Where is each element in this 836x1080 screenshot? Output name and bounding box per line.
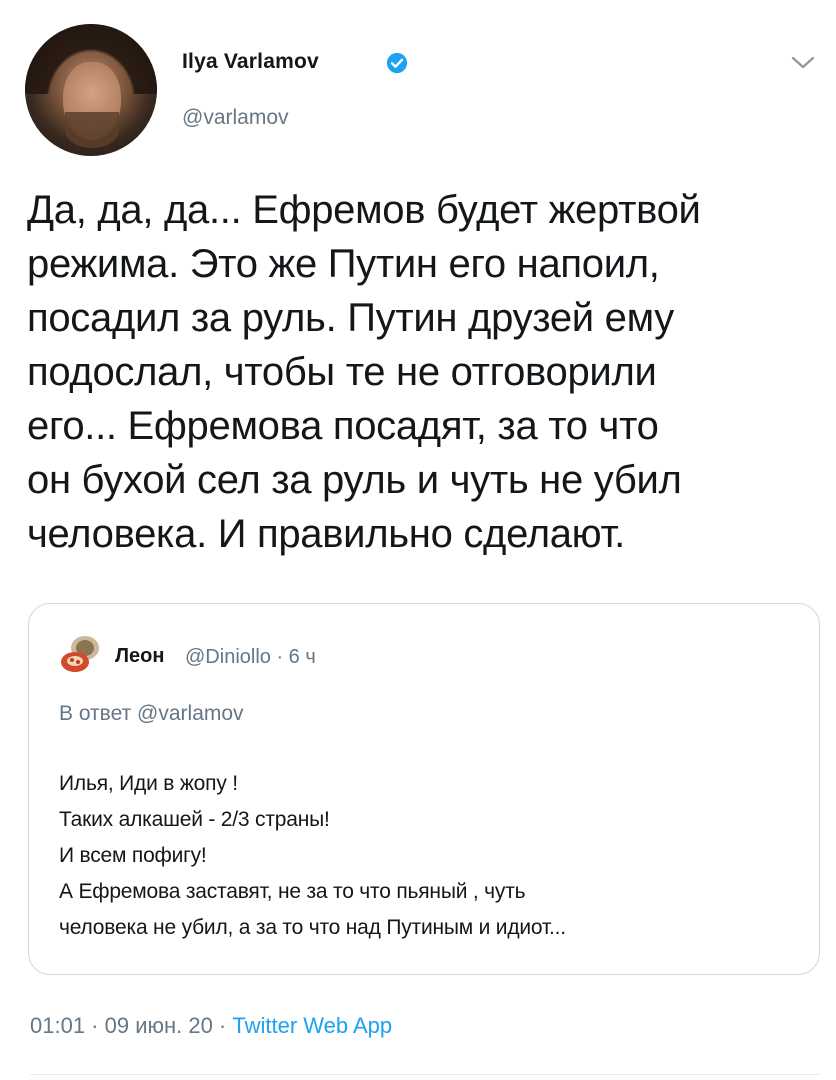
avatar-beard [65,112,119,148]
tweet-text: Да, да, да... Ефремов будет жертвой режи… [27,188,701,556]
tweet-meta: 01:01 · 09 июн. 20 · Twitter Web App [30,1013,392,1039]
chevron-down-icon[interactable] [790,54,816,72]
quote-author-name[interactable]: Леон [115,645,164,668]
quote-reply-to: В ответ @varlamov [59,702,244,725]
author-avatar[interactable] [25,24,157,156]
author-handle[interactable]: @varlamov [182,106,289,130]
quote-author-avatar[interactable] [59,632,103,676]
quote-text: Илья, Иди в жопу ! Таких алкашей - 2/3 с… [59,772,566,939]
tweet-datetime: 01:01 · 09 июн. 20 · [30,1013,233,1038]
tweet-source-app[interactable]: Twitter Web App [232,1013,392,1038]
divider [30,1074,820,1075]
quoted-tweet[interactable]: Леон @Diniollo · 6 ч В ответ @varlamov И… [28,603,820,975]
verified-badge-icon [386,52,408,74]
tweet-detail: Ilya Varlamov @varlamov Да, да, да... Еф… [0,0,836,1080]
quote-author-handle-time: @Diniollo · 6 ч [185,646,316,668]
author-name[interactable]: Ilya Varlamov [182,50,319,74]
